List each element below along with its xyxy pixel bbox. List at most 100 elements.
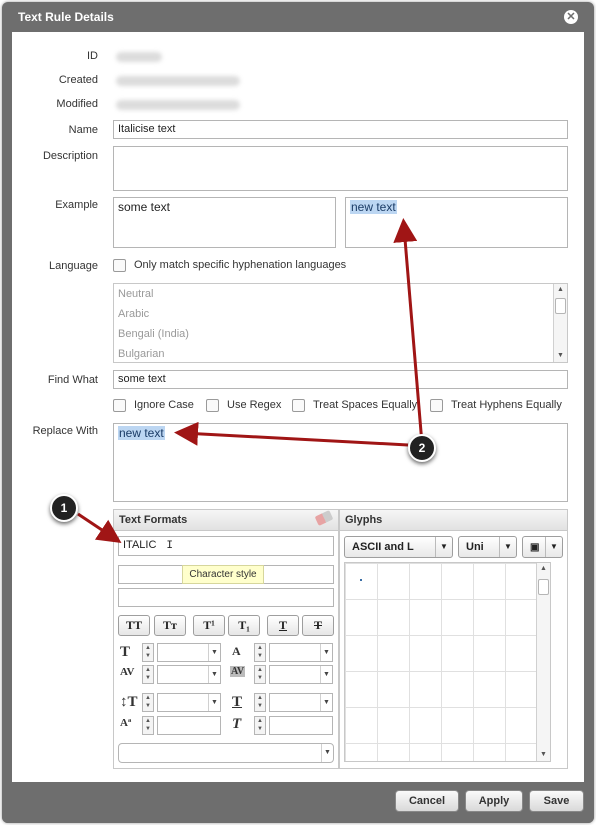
replace-label: Replace With xyxy=(32,425,98,437)
chevron-down-icon[interactable]: ▼ xyxy=(208,644,220,661)
subscript-button[interactable]: T₁ xyxy=(228,615,260,636)
treat-spaces-checkbox[interactable] xyxy=(292,399,305,412)
baseline-shift-stepper[interactable]: ▲ ▼ xyxy=(142,716,154,735)
tracking-field[interactable]: ▼ xyxy=(269,665,333,684)
chevron-down-icon[interactable]: ▼ xyxy=(320,694,332,711)
id-value-redacted xyxy=(116,52,162,62)
tracking-stepper[interactable]: ▲ ▼ xyxy=(254,665,266,684)
strikethrough-button[interactable]: T xyxy=(302,615,334,636)
horizontal-scale-field[interactable]: ▼ xyxy=(269,693,333,712)
text-formats-header: Text Formats xyxy=(113,509,339,531)
use-regex-label: Use Regex xyxy=(227,399,282,411)
scroll-down-icon[interactable]: ▼ xyxy=(554,350,567,362)
language-scrollbar[interactable]: ▲ ▼ xyxy=(553,284,567,362)
annotation-badge: 1 xyxy=(50,494,78,522)
vertical-scale-icon: ↕T xyxy=(120,694,138,710)
example-label: Example xyxy=(55,199,98,211)
save-button[interactable]: Save xyxy=(529,790,584,812)
name-input[interactable]: Italicise text xyxy=(113,120,568,139)
kerning-icon: AV xyxy=(120,666,135,678)
vertical-scale-stepper[interactable]: ▲ ▼ xyxy=(142,693,154,712)
list-item[interactable]: Arabic xyxy=(118,308,149,320)
name-label: Name xyxy=(68,124,98,136)
extra-style-input[interactable] xyxy=(118,588,334,607)
scroll-thumb[interactable] xyxy=(538,579,549,595)
baseline-shift-field[interactable] xyxy=(157,716,221,735)
leading-icon: A xyxy=(232,644,241,658)
list-item[interactable]: Bengali (India) xyxy=(118,328,189,340)
scroll-thumb[interactable] xyxy=(555,298,566,314)
chevron-down-icon[interactable]: ▼ xyxy=(545,537,562,557)
ignore-case-label: Ignore Case xyxy=(134,399,194,411)
kerning-stepper[interactable]: ▲ ▼ xyxy=(142,665,154,684)
find-input[interactable]: some text xyxy=(113,370,568,389)
glyph-grid[interactable]: ▲ ▼ xyxy=(344,562,551,762)
font-size-stepper[interactable]: ▲ ▼ xyxy=(142,643,154,662)
skew-icon: T xyxy=(232,716,242,732)
superscript-button[interactable]: T¹ xyxy=(193,615,225,636)
example-replace-input[interactable]: new text xyxy=(345,197,568,248)
created-value-redacted xyxy=(116,76,240,86)
find-label: Find What xyxy=(47,374,98,386)
text-cursor-icon: I xyxy=(166,540,174,552)
scroll-up-icon[interactable]: ▲ xyxy=(554,284,567,296)
text-rule-dialog: Text Rule Details ✕ ID Created Modified … xyxy=(2,2,594,823)
printer-icon: ▣ xyxy=(530,542,540,553)
scroll-up-icon[interactable]: ▲ xyxy=(537,563,550,575)
chevron-down-icon[interactable]: ▼ xyxy=(320,666,332,683)
language-label: Language xyxy=(49,260,98,272)
replace-input[interactable]: new text xyxy=(113,423,568,502)
glyph-scrollbar[interactable]: ▲ ▼ xyxy=(536,563,550,761)
ignore-case-checkbox[interactable] xyxy=(113,399,126,412)
glyphs-header: Glyphs xyxy=(339,509,568,531)
mode-dropdown[interactable]: Uni ▼ xyxy=(458,536,517,558)
character-style-input[interactable]: ITALIC I xyxy=(118,536,334,556)
leading-stepper[interactable]: ▲ ▼ xyxy=(254,643,266,662)
chevron-down-icon[interactable]: ▼ xyxy=(321,744,333,762)
horizontal-scale-stepper[interactable]: ▲ ▼ xyxy=(254,693,266,712)
character-style-value: ITALIC xyxy=(123,539,157,551)
replace-selection: new text xyxy=(118,426,165,440)
description-input[interactable] xyxy=(113,146,568,191)
scroll-down-icon[interactable]: ▼ xyxy=(537,749,550,761)
dialog-content: ID Created Modified Name Italicise text … xyxy=(12,32,584,782)
list-item[interactable]: Neutral xyxy=(118,288,153,300)
skew-stepper[interactable]: ▲ ▼ xyxy=(254,716,266,735)
charset-dropdown[interactable]: ASCII and L ▼ xyxy=(344,536,453,558)
glyph-cell-dot xyxy=(360,579,362,581)
use-regex-checkbox[interactable] xyxy=(206,399,219,412)
horizontal-scale-icon: T xyxy=(232,694,243,710)
font-size-field[interactable]: ▼ xyxy=(157,643,221,662)
cancel-button[interactable]: Cancel xyxy=(395,790,459,812)
list-item[interactable]: Bulgarian xyxy=(118,348,164,360)
treat-hyphens-label: Treat Hyphens Equally xyxy=(451,399,562,411)
language-checkbox[interactable] xyxy=(113,259,126,272)
leading-field[interactable]: ▼ xyxy=(269,643,333,662)
dialog-title: Text Rule Details xyxy=(18,10,114,24)
vertical-scale-field[interactable]: ▼ xyxy=(157,693,221,712)
language-checkbox-label: Only match specific hyphenation language… xyxy=(134,259,347,271)
chevron-down-icon[interactable]: ▼ xyxy=(435,537,452,557)
small-caps-button[interactable]: Tт xyxy=(154,615,186,636)
example-find-input[interactable]: some text xyxy=(113,197,336,248)
chevron-down-icon[interactable]: ▼ xyxy=(208,666,220,683)
close-icon[interactable]: ✕ xyxy=(564,10,578,24)
underline-button[interactable]: T xyxy=(267,615,299,636)
chevron-down-icon[interactable]: ▼ xyxy=(320,644,332,661)
mode-value: Uni xyxy=(466,541,484,553)
treat-spaces-label: Treat Spaces Equally xyxy=(313,399,418,411)
chevron-down-icon[interactable]: ▼ xyxy=(208,694,220,711)
language-list[interactable]: Neutral Arabic Bengali (India) Bulgarian… xyxy=(113,283,568,363)
charset-value: ASCII and L xyxy=(352,541,414,553)
chevron-down-icon[interactable]: ▼ xyxy=(499,537,516,557)
created-label: Created xyxy=(58,74,98,86)
example-replace-selection: new text xyxy=(350,200,397,214)
eraser-icon[interactable] xyxy=(314,510,334,526)
all-caps-button[interactable]: TT xyxy=(118,615,150,636)
skew-field[interactable] xyxy=(269,716,333,735)
glyph-options-button[interactable]: ▣ ▼ xyxy=(522,536,563,558)
language-dropdown[interactable]: ▼ xyxy=(118,743,334,763)
apply-button[interactable]: Apply xyxy=(465,790,523,812)
kerning-field[interactable]: ▼ xyxy=(157,665,221,684)
treat-hyphens-checkbox[interactable] xyxy=(430,399,443,412)
